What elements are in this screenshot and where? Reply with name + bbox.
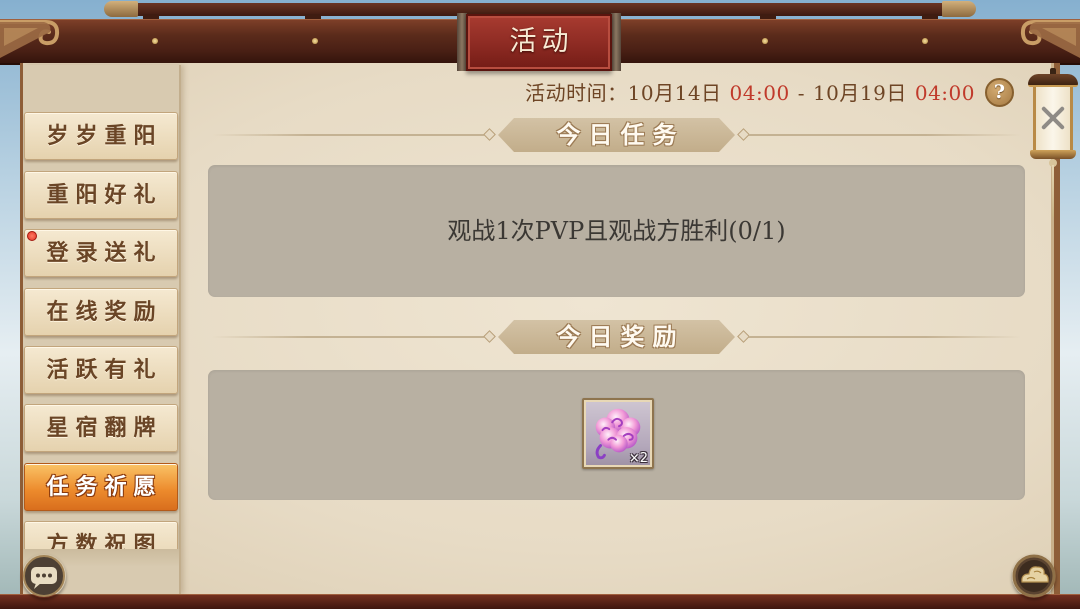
header-divider <box>749 134 1021 136</box>
sidebar-item-label: 在线奖励 <box>46 299 163 325</box>
sidebar-item-task-wish[interactable]: 任务祈愿 <box>24 463 178 511</box>
bottom-frame <box>0 594 1080 609</box>
beam-stud <box>152 38 158 44</box>
sidebar-item-suisui-chongyang[interactable]: 岁岁重阳 <box>24 112 178 160</box>
sidebar-item-label: 星宿翻牌 <box>46 415 163 441</box>
event-end-date: 10月19日 <box>812 81 907 105</box>
chat-button[interactable] <box>22 554 66 598</box>
rail-cap-left <box>104 1 138 17</box>
header-ornament <box>737 330 750 343</box>
sidebar-item-active-gift[interactable]: 活跃有礼 <box>24 346 178 394</box>
banner-post-right <box>611 13 621 71</box>
reward-quantity: ×2 <box>628 451 648 466</box>
header-divider <box>212 336 484 338</box>
beam-stud <box>762 38 768 44</box>
header-divider <box>749 336 1021 338</box>
beam-bracket-left <box>0 14 62 68</box>
event-end-time: 04:00 <box>914 81 975 105</box>
sidebar-item-star-flip[interactable]: 星宿翻牌 <box>24 404 178 452</box>
event-start-time: 04:00 <box>729 81 790 105</box>
activity-tab-list[interactable]: 岁岁重阳 重阳好礼 登录送礼 在线奖励 活跃有礼 星宿翻牌 任务祈愿 方数祝图 <box>23 65 181 551</box>
event-time-separator: - <box>797 81 805 105</box>
task-description: 观战1次PVP且观战方胜利(0/1) <box>208 165 1025 297</box>
sidebar-item-label: 岁岁重阳 <box>46 123 163 149</box>
question-icon: ? <box>993 81 1006 103</box>
sidebar-item-chongyang-haoli[interactable]: 重阳好礼 <box>24 171 178 219</box>
reward-item-slot[interactable]: ×2 <box>582 398 654 469</box>
sidebar-item-online-reward[interactable]: 在线奖励 <box>24 288 178 336</box>
task-section-header: 今日任务 <box>208 118 1025 152</box>
rail-cap-right <box>942 1 976 17</box>
sidebar-item-label: 登录送礼 <box>46 240 163 266</box>
beam-bracket-right <box>1018 14 1080 68</box>
sidebar-item-label: 任务祈愿 <box>46 474 163 500</box>
page-title: 活动 <box>466 14 612 71</box>
task-text: 观战1次PVP且观战方胜利 <box>447 217 729 245</box>
quick-menu-button[interactable] <box>1012 554 1056 598</box>
lantern-roof <box>1028 74 1078 87</box>
header-divider <box>212 134 484 136</box>
sidebar-item-label: 活跃有礼 <box>46 357 163 383</box>
beam-stud <box>922 38 928 44</box>
notification-dot <box>27 231 37 241</box>
sidebar-item-partial[interactable]: 方数祝图 <box>24 521 178 551</box>
header-ornament <box>483 330 496 343</box>
reward-section-title: 今日奖励 <box>556 322 685 351</box>
lantern-tassel <box>1052 165 1054 217</box>
header-ornament <box>483 128 496 141</box>
chat-icon <box>23 555 65 597</box>
reward-section-header: 今日奖励 <box>208 320 1025 354</box>
sidebar-item-label: 重阳好礼 <box>46 182 163 208</box>
event-start-date: 10月14日 <box>627 81 722 105</box>
close-button[interactable] <box>1028 68 1078 218</box>
lantern-base <box>1030 150 1076 159</box>
cloud-emblem-icon <box>1012 554 1056 598</box>
help-button[interactable]: ? <box>985 78 1014 107</box>
event-time: 活动时间：10月14日 04:00-10月19日 04:00 <box>525 81 975 105</box>
sidebar-item-login-gift[interactable]: 登录送礼 <box>24 229 178 277</box>
header-ornament <box>737 128 750 141</box>
beam-stud <box>312 38 318 44</box>
event-time-label: 活动时间： <box>525 81 628 105</box>
task-progress: (0/1) <box>728 217 786 245</box>
task-section-title: 今日任务 <box>556 120 685 149</box>
